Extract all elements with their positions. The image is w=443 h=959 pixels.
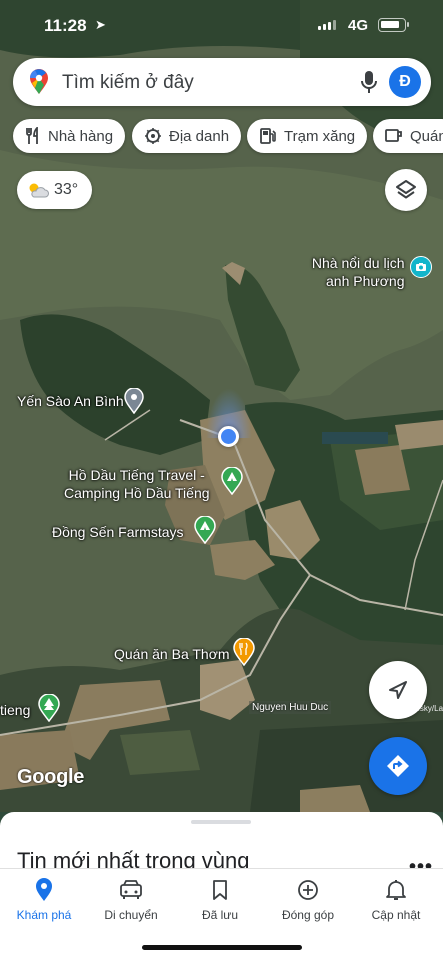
current-location-dot	[218, 426, 239, 447]
search-bar[interactable]: Tìm kiếm ở đây Đ	[13, 58, 431, 106]
directions-icon	[387, 755, 409, 777]
pin-icon[interactable]	[124, 387, 144, 419]
sheet-handle[interactable]	[191, 820, 251, 824]
weather-chip[interactable]: 33°	[17, 171, 92, 209]
search-input[interactable]: Tìm kiếm ở đây	[62, 72, 194, 94]
tent-icon[interactable]	[221, 466, 243, 500]
bookmark-icon	[176, 877, 264, 903]
nav-saved[interactable]: Đã lưu	[176, 877, 264, 922]
chip-cafes[interactable]: Quán	[373, 119, 443, 153]
road-label: Nguyen Huu Duc	[249, 701, 332, 714]
place-label-ho-dau-tieng[interactable]: Hồ Dầu Tiếng Travel - Camping Hồ Dầu Tiế…	[64, 466, 210, 502]
nav-explore[interactable]: Khám phá	[0, 877, 88, 922]
home-indicator[interactable]	[142, 945, 302, 950]
chip-gas-stations[interactable]: Trạm xăng	[247, 119, 368, 153]
google-maps-pin-icon	[29, 69, 49, 100]
google-logo: Google	[17, 766, 85, 788]
nav-label: Đóng góp	[281, 908, 335, 922]
chip-restaurants[interactable]: Nhà hàng	[13, 119, 126, 153]
location-pin-icon	[0, 877, 88, 903]
car-icon	[87, 877, 175, 903]
place-label-line: Camping Hồ Dầu Tiếng	[64, 485, 210, 501]
coffee-cup-icon	[385, 129, 402, 142]
gas-station-icon	[260, 128, 276, 144]
place-label-line: Hồ Dầu Tiếng Travel -	[68, 467, 205, 483]
landmark-icon	[145, 128, 161, 144]
tree-icon[interactable]	[38, 693, 60, 727]
status-bar: 11:28 ➤ 4G	[0, 0, 443, 52]
chip-landmarks[interactable]: Địa danh	[132, 119, 242, 153]
bell-icon	[352, 877, 440, 903]
nav-label: Khám phá	[16, 908, 72, 922]
chip-label: Địa danh	[169, 127, 230, 145]
nav-commute[interactable]: Di chuyển	[87, 877, 175, 922]
my-location-button[interactable]	[369, 661, 427, 719]
place-label-line: Nhà nổi du lịch	[311, 255, 405, 271]
fork-knife-icon	[26, 127, 38, 144]
chip-label: Quán	[410, 127, 443, 145]
nav-contribute[interactable]: Đóng góp	[264, 877, 352, 922]
partly-sunny-icon	[29, 183, 49, 198]
chip-label: Trạm xăng	[284, 127, 356, 145]
layers-icon	[396, 180, 416, 199]
place-label-tieng[interactable]: tieng	[0, 702, 30, 718]
signal-icon	[318, 20, 336, 30]
fork-knife-icon[interactable]	[233, 637, 255, 671]
network-type: 4G	[348, 17, 369, 34]
directions-button[interactable]	[369, 737, 427, 795]
status-time: 11:28	[44, 16, 87, 35]
tent-icon[interactable]	[194, 515, 216, 549]
location-arrow-icon: ➤	[95, 17, 106, 32]
temperature: 33°	[54, 181, 79, 198]
nav-label: Đã lưu	[201, 908, 239, 922]
nav-updates[interactable]: Cập nhật	[352, 877, 440, 922]
place-label-dong-sen[interactable]: Đồng Sến Farmstays	[52, 524, 184, 540]
bottom-sheet[interactable]: Tin mới nhất trong vùng •••	[0, 812, 443, 872]
navigation-arrow-icon	[389, 681, 407, 699]
account-avatar[interactable]: Đ	[389, 66, 421, 98]
nav-label: Cập nhật	[371, 908, 421, 922]
microphone-icon[interactable]	[359, 70, 379, 99]
place-label-yen-sao[interactable]: Yến Sào An Bình	[17, 393, 124, 409]
place-label-quan-an[interactable]: Quán ăn Ba Thơm	[114, 646, 230, 662]
place-label-nha-noi[interactable]: Nhà nổi du lịch anh Phương	[310, 254, 405, 290]
nav-label: Di chuyển	[104, 908, 158, 922]
place-label-line: anh Phương	[326, 273, 405, 289]
camera-icon[interactable]	[410, 256, 432, 278]
chip-label: Nhà hàng	[48, 127, 114, 145]
battery-icon	[378, 18, 409, 32]
layers-button[interactable]	[385, 169, 427, 211]
plus-circle-icon	[264, 877, 352, 903]
